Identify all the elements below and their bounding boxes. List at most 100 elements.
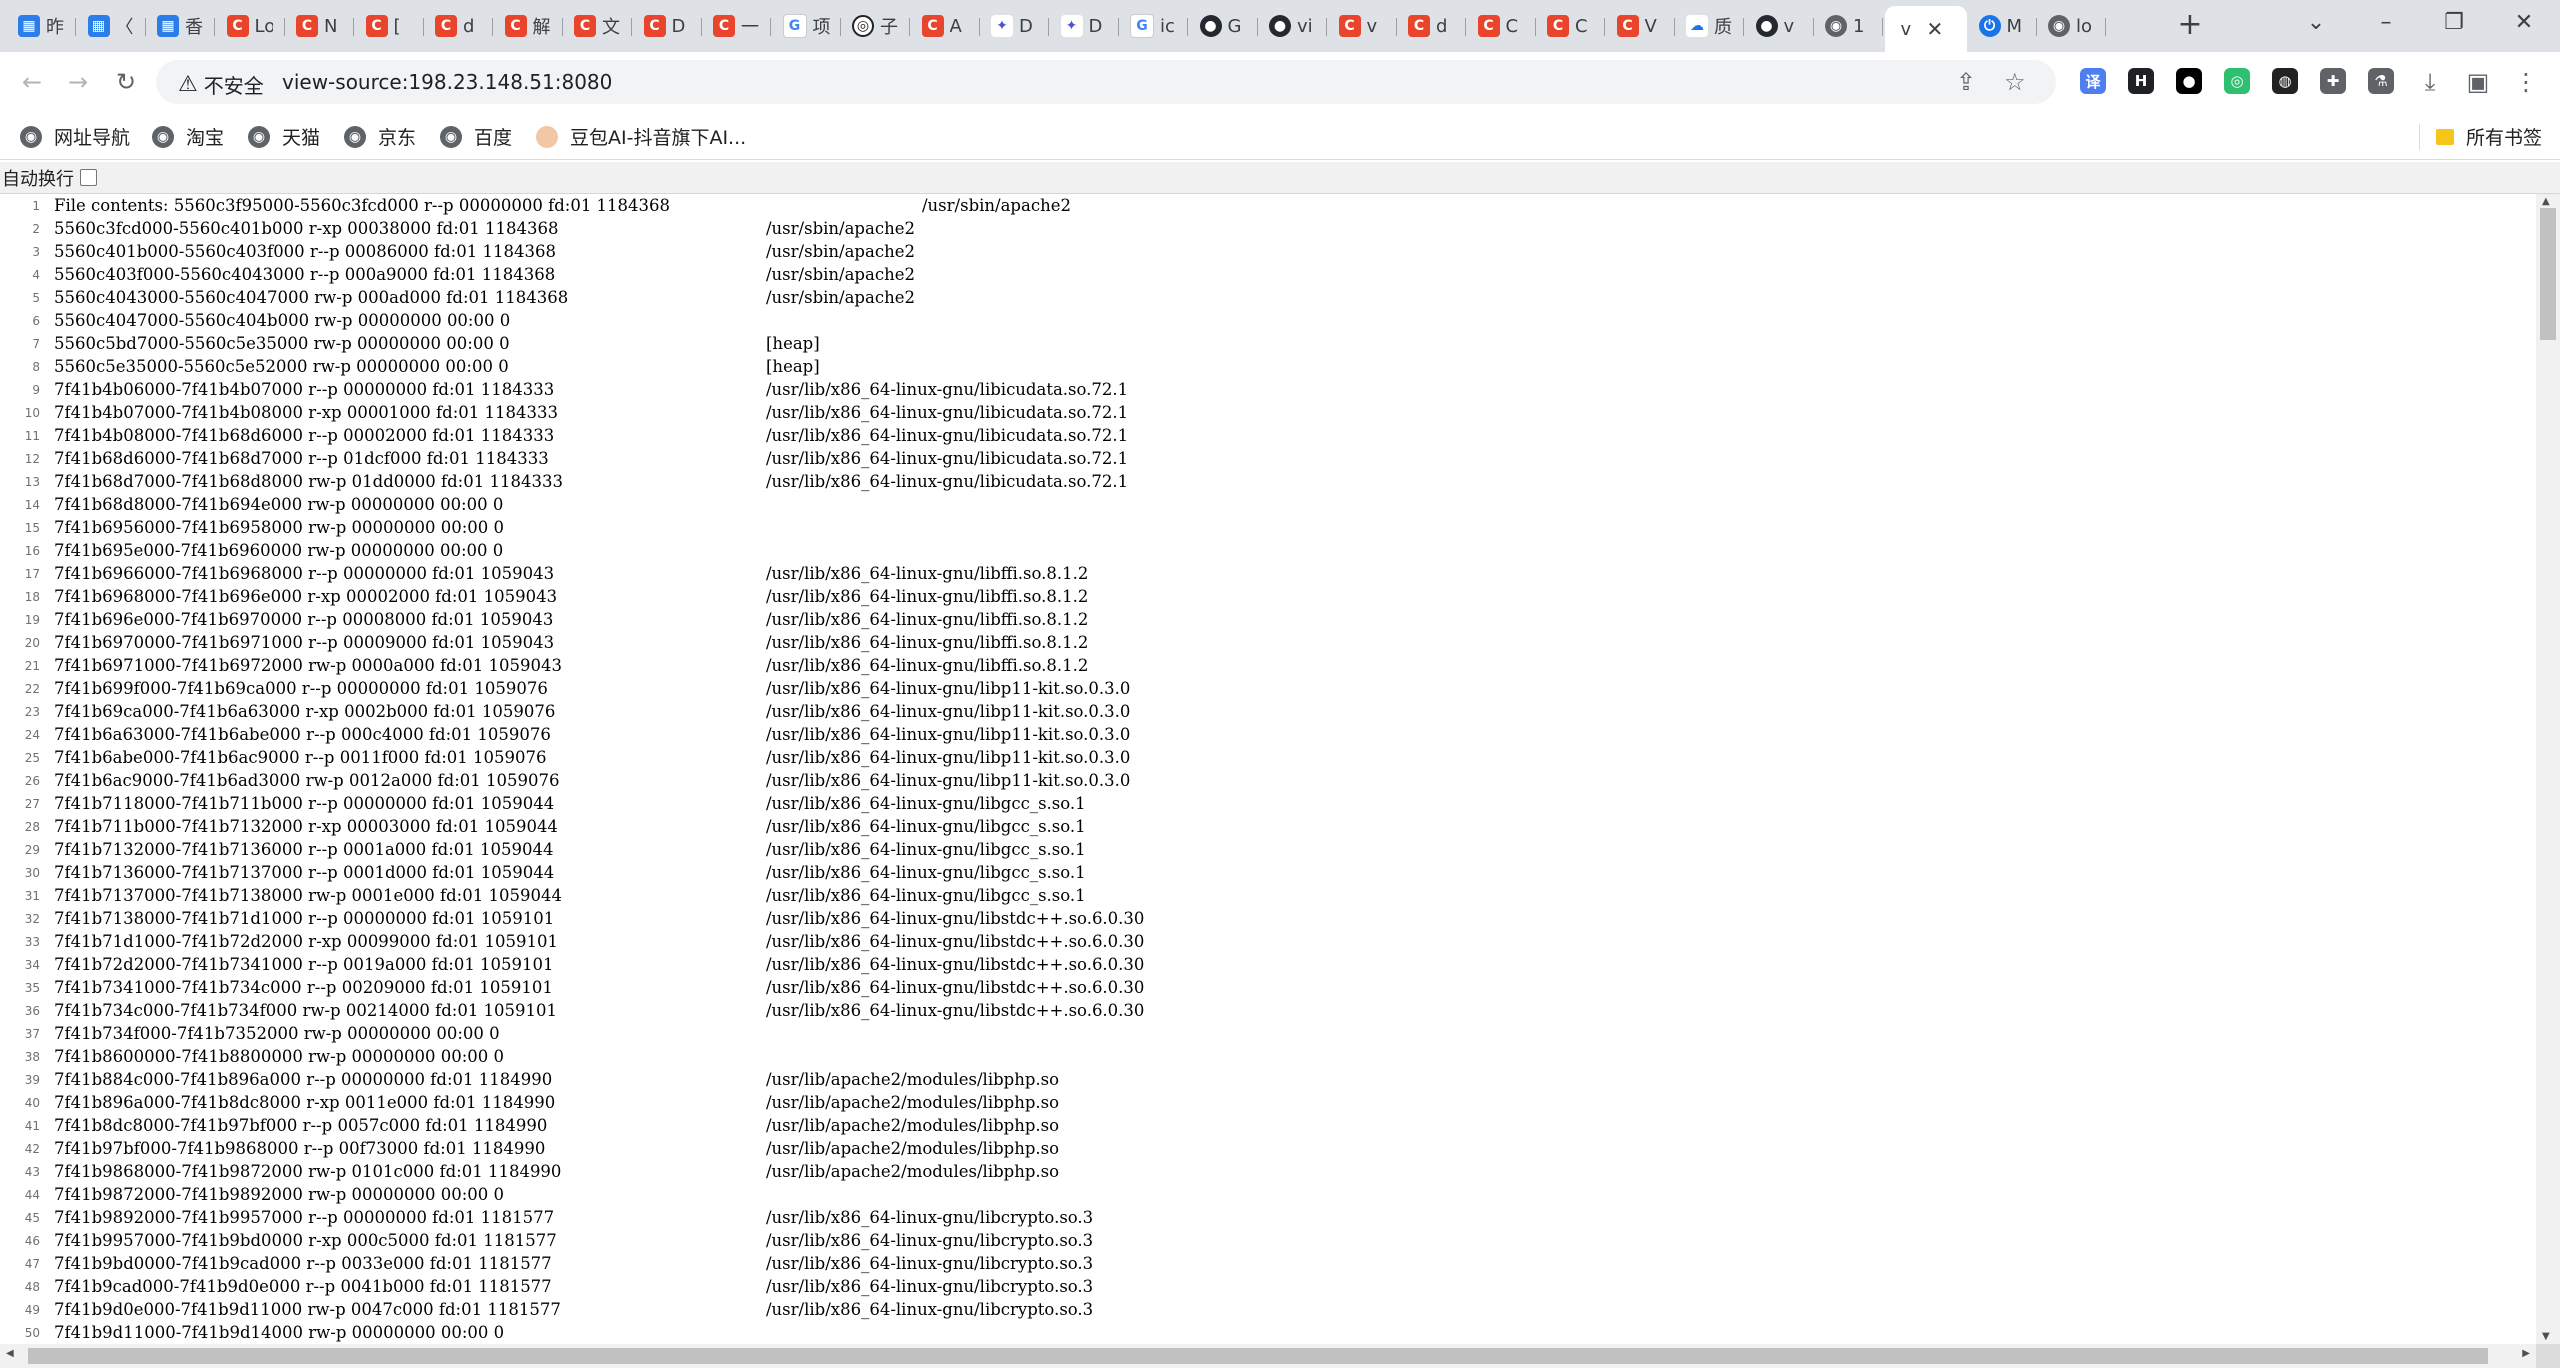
tab-separator: [283, 18, 285, 36]
tab[interactable]: C一: [703, 8, 771, 44]
tab[interactable]: CA: [912, 8, 980, 44]
tab[interactable]: Cd: [425, 8, 493, 44]
vertical-scroll-thumb[interactable]: [2540, 208, 2556, 340]
line-number: 47: [24, 1256, 40, 1271]
translate-extension-icon[interactable]: 译: [2080, 68, 2106, 94]
bookmark-item[interactable]: 豆包AI-抖音旗下AI...: [536, 123, 746, 150]
github-icon: ●: [1199, 15, 1222, 37]
tab[interactable]: ▦ 香: [147, 8, 215, 44]
tab-separator: [978, 18, 980, 36]
bookmark-star-icon[interactable]: ☆: [2004, 68, 2026, 96]
horizontal-scrollbar[interactable]: ◀ ▶: [0, 1344, 2536, 1368]
close-window-button[interactable]: ✕: [2494, 6, 2554, 40]
tab[interactable]: C文: [564, 8, 632, 44]
tab[interactable]: ◎ 子: [842, 8, 910, 44]
mapping-entry: 7f41b7341000-7f41b734c000 r--p 00209000 …: [54, 978, 553, 997]
tab[interactable]: ☁ 质: [1676, 8, 1744, 44]
tab[interactable]: ▦ 〈: [78, 8, 146, 44]
tab[interactable]: ✦ D: [981, 8, 1049, 44]
forward-button[interactable]: →: [60, 64, 96, 100]
tab[interactable]: ◉ 1: [1815, 8, 1883, 44]
close-tab-icon[interactable]: ✕: [1927, 17, 1944, 41]
tab[interactable]: ● G: [1190, 8, 1258, 44]
h-extension-icon[interactable]: H: [2128, 68, 2154, 94]
tab-title: 1: [1853, 15, 1865, 37]
tab-title: 解: [532, 17, 551, 38]
maximize-button[interactable]: ❐: [2424, 6, 2484, 40]
address-bar[interactable]: ⚠ 不安全 view-source:198.23.148.51:8080 ⇪ ☆: [156, 60, 2056, 104]
source-line: 35 7f41b7341000-7f41b734c000 r--p 0020900…: [0, 976, 1145, 999]
tab[interactable]: C Lo: [217, 8, 285, 44]
mapping-entry: 7f41b6970000-7f41b6971000 r--p 00009000 …: [54, 633, 555, 652]
green-extension-icon[interactable]: ◎: [2224, 68, 2250, 94]
scroll-down-arrow-icon[interactable]: ▼: [2542, 1331, 2550, 1342]
source-line: 50 7f41b9d11000-7f41b9d14000 rw-p 0000000…: [0, 1321, 1144, 1344]
download-icon[interactable]: ⤓: [2412, 64, 2448, 100]
line-number: 3: [32, 244, 40, 259]
bookmark-item[interactable]: ◉ 天猫: [248, 123, 320, 150]
tab[interactable]: ▦ 昨: [8, 8, 76, 44]
bookmark-label: 豆包AI-抖音旗下AI...: [570, 127, 747, 149]
mapping-path: /usr/lib/x86_64-linux-gnu/libffi.so.8.1.…: [766, 610, 1089, 629]
tab[interactable]: CD: [634, 8, 702, 44]
flask-extension-icon[interactable]: ⚗: [2368, 68, 2394, 94]
tab[interactable]: CN: [286, 8, 354, 44]
security-indicator[interactable]: ⚠ 不安全: [178, 70, 264, 99]
mapping-entry: 7f41b72d2000-7f41b7341000 r--p 0019a000 …: [54, 955, 554, 974]
side-panel-icon[interactable]: ▣: [2460, 64, 2496, 100]
bookmark-item[interactable]: ◉ 京东: [344, 123, 416, 150]
tab[interactable]: C[: [356, 8, 424, 44]
mapping-path: /usr/lib/apache2/modules/libphp.so: [766, 1116, 1060, 1135]
bookmark-item[interactable]: ◉ 淘宝: [152, 123, 224, 150]
tab[interactable]: C解: [495, 8, 563, 44]
tab[interactable]: ⏻ M: [1969, 8, 2037, 44]
tab[interactable]: CC: [1537, 8, 1605, 44]
minimize-button[interactable]: –: [2356, 6, 2416, 40]
line-wrap-checkbox[interactable]: [80, 169, 97, 186]
folder-icon: [2435, 128, 2454, 145]
scroll-right-arrow-icon[interactable]: ▶: [2522, 1348, 2530, 1359]
csdn-icon: C: [435, 15, 457, 37]
tab[interactable]: ● v: [1746, 8, 1814, 44]
bookmark-item[interactable]: ◉ 网址导航: [20, 123, 130, 150]
tab-title: v: [1783, 15, 1795, 37]
tab-search-chevron-icon[interactable]: ⌄: [2286, 6, 2346, 40]
line-number: 34: [24, 957, 40, 972]
tab[interactable]: ● vi: [1259, 8, 1327, 44]
source-line: 32 7f41b7138000-7f41b71d1000 r--p 0000000…: [0, 907, 1145, 930]
bird-icon: ✦: [991, 15, 1013, 37]
tab[interactable]: ✦ D: [1051, 8, 1119, 44]
scroll-left-arrow-icon[interactable]: ◀: [6, 1348, 14, 1359]
tab[interactable]: Cd: [1398, 8, 1466, 44]
reload-button[interactable]: ↻: [108, 64, 144, 100]
tab[interactable]: Cv: [1329, 8, 1397, 44]
puzzle-extension-icon[interactable]: ✚: [2320, 68, 2346, 94]
menu-kebab-icon[interactable]: ⋮: [2508, 64, 2544, 100]
tab-title: d: [1436, 15, 1448, 37]
mapping-entry: 7f41b71d1000-7f41b72d2000 r-xp 00099000 …: [54, 932, 558, 951]
url-text[interactable]: view-source:198.23.148.51:8080: [282, 70, 612, 94]
circle-extension-icon[interactable]: ●: [2176, 68, 2202, 94]
share-icon[interactable]: ⇪: [1956, 68, 1976, 96]
tab[interactable]: G项: [773, 8, 841, 44]
tab-separator: [1673, 18, 1675, 36]
mapping-entry: 7f41b9868000-7f41b9872000 rw-p 0101c000 …: [54, 1162, 562, 1181]
tab[interactable]: CV: [1607, 8, 1675, 44]
tampermonkey-extension-icon[interactable]: ◍: [2272, 68, 2298, 94]
tab[interactable]: ◉ lo: [2038, 8, 2106, 44]
back-button[interactable]: ←: [14, 64, 50, 100]
source-line: 23 7f41b69ca000-7f41b6a63000 r-xp 0002b00…: [0, 700, 1144, 723]
tab-active[interactable]: v ✕: [1884, 6, 1967, 52]
tab[interactable]: Gic: [1120, 8, 1188, 44]
tab-strip: ▦ 昨 ▦ 〈 ▦ 香 C Lo C N C[Cd C 解 C 文 C D C 一 G 项 ◎ 子 C A ✦ D ✦ D Gic ● G ● v…: [0, 0, 2560, 52]
tab[interactable]: CC: [1468, 8, 1536, 44]
vertical-scrollbar[interactable]: ▲ ▼: [2536, 194, 2560, 1344]
bookmark-item[interactable]: ◉ 百度: [440, 123, 512, 150]
all-bookmarks-button[interactable]: 所有书签: [2418, 123, 2542, 150]
horizontal-scroll-thumb[interactable]: [28, 1348, 2488, 1364]
new-tab-button[interactable]: +: [2174, 10, 2206, 42]
mapping-path: /usr/lib/x86_64-linux-gnu/libgcc_s.so.1: [766, 886, 1086, 905]
mapping-path: /usr/lib/x86_64-linux-gnu/libffi.so.8.1.…: [766, 564, 1089, 583]
mapping-path: /usr/lib/x86_64-linux-gnu/libstdc++.so.6…: [766, 1001, 1145, 1020]
scroll-up-arrow-icon[interactable]: ▲: [2542, 196, 2550, 207]
